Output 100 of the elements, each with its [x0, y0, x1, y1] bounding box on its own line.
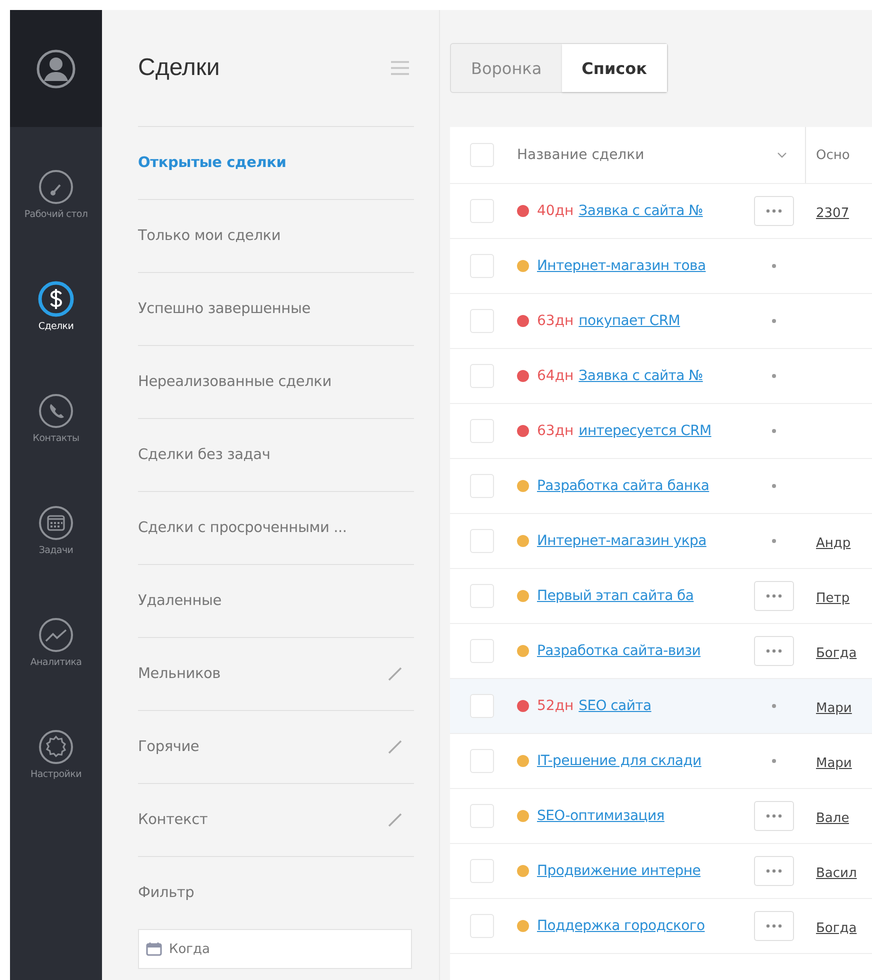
table-row[interactable]: Продвижение интерне Васил	[450, 844, 872, 899]
deal-link[interactable]: Продвижение интерне	[537, 863, 701, 879]
nav-item[interactable]: Рабочий стол	[10, 169, 102, 281]
filter-item[interactable]: Только мои сделки	[138, 228, 281, 244]
deal-link[interactable]: SEO сайта	[578, 698, 652, 714]
deal-link[interactable]: Интернет-магазин укра	[537, 533, 706, 549]
table-row[interactable]: 63дн покупает CRM	[450, 294, 872, 349]
nav-item[interactable]: Контакты	[10, 393, 102, 505]
gear-icon	[38, 729, 74, 765]
checkbox[interactable]	[470, 419, 494, 443]
more-icon	[766, 594, 782, 598]
deal-link[interactable]: Первый этап сайта ба	[537, 588, 694, 604]
table-row[interactable]: Поддержка городского Богда	[450, 899, 872, 954]
checkbox[interactable]	[470, 694, 494, 718]
deal-link[interactable]: интересуется CRM	[578, 423, 712, 439]
filter-item[interactable]: Нереализованные сделки	[138, 374, 332, 390]
deal-link[interactable]: IT-решение для склади	[537, 753, 702, 769]
table-cell-link[interactable]: Богда	[816, 646, 857, 660]
calendar-icon	[38, 505, 74, 541]
table-row[interactable]: Интернет-магазин укра Андр	[450, 514, 872, 569]
deal-link[interactable]: Поддержка городского	[537, 918, 705, 934]
checkbox[interactable]	[470, 584, 494, 608]
more-button[interactable]	[754, 636, 794, 666]
checkbox[interactable]	[470, 364, 494, 388]
deal-link[interactable]: Заявка с сайта №	[578, 203, 703, 219]
deal-link[interactable]: SEO-оптимизация	[537, 808, 664, 824]
nav-item[interactable]: Аналитика	[10, 617, 102, 729]
filter-item[interactable]: Сделки с просроченными ...	[138, 520, 347, 536]
filter-item[interactable]: Успешно завершенные	[138, 301, 310, 317]
table-cell-link[interactable]: Васил	[816, 866, 857, 880]
table-cell-link[interactable]: Богда	[816, 920, 857, 936]
bullet-icon	[772, 759, 776, 763]
bullet-icon	[772, 484, 776, 488]
checkbox[interactable]	[470, 859, 494, 883]
more-button[interactable]	[754, 801, 794, 831]
table-row[interactable]: IT-решение для склади Мари	[450, 734, 872, 789]
checkbox[interactable]	[470, 639, 494, 663]
table-cell-link[interactable]: 2307	[816, 206, 850, 220]
date-field[interactable]: Когда	[138, 929, 412, 969]
checkbox[interactable]	[470, 143, 494, 167]
checkbox[interactable]	[470, 914, 494, 938]
overdue-days: 40дн	[537, 203, 574, 219]
tab[interactable]: Список	[562, 44, 667, 92]
checkbox[interactable]	[470, 749, 494, 773]
table-cell-link[interactable]: Вале	[816, 810, 850, 826]
checkbox[interactable]	[470, 199, 494, 223]
filter-item[interactable]: Горячие	[138, 739, 200, 755]
table-cell-link[interactable]: Петр	[816, 590, 850, 606]
table-row[interactable]: Разработка сайта банка	[450, 459, 872, 514]
table-cell-link[interactable]: Мари	[816, 700, 852, 716]
avatar-icon	[36, 48, 76, 88]
dollar-icon	[38, 281, 74, 317]
filter-item[interactable]: Открытые сделки	[138, 155, 286, 171]
table-row[interactable]: 52дн SEO сайта Мари	[450, 679, 872, 734]
bullet-icon	[772, 429, 776, 433]
deal-link[interactable]: Разработка сайта банка	[537, 478, 710, 494]
nav-item[interactable]: Задачи	[10, 505, 102, 617]
bullet-icon	[772, 319, 776, 323]
bullet-icon	[772, 704, 776, 708]
table-row[interactable]: SEO-оптимизация Вале	[450, 789, 872, 844]
deal-link[interactable]: покупает CRM	[578, 313, 680, 329]
filter-item[interactable]: Сделки без задач	[138, 447, 270, 463]
menu-icon	[390, 60, 410, 76]
table-cell-link[interactable]: Мари	[816, 756, 852, 770]
table-row[interactable]: Интернет-магазин това	[450, 239, 872, 294]
nav-item[interactable]: Сделки	[10, 281, 102, 393]
overdue-days: 52дн	[537, 698, 574, 714]
table-row[interactable]: 64дн Заявка с сайта №	[450, 349, 872, 404]
table-row[interactable]: 40дн Заявка с сайта № 2307	[450, 184, 872, 239]
more-icon	[766, 924, 782, 928]
phone-icon	[38, 393, 74, 429]
filter-heading: Фильтр	[138, 885, 194, 901]
more-icon	[766, 209, 782, 213]
deal-link[interactable]: Интернет-магазин това	[537, 258, 706, 274]
more-button[interactable]	[754, 196, 794, 226]
table-cell-link[interactable]: Андр	[816, 536, 851, 550]
column-header[interactable]: Название сделки	[517, 147, 644, 163]
table-row[interactable]: 63дн интересуется CRM	[450, 404, 872, 459]
checkbox[interactable]	[470, 309, 494, 333]
calendar-icon	[146, 942, 162, 956]
checkbox[interactable]	[470, 529, 494, 553]
more-button[interactable]	[754, 911, 794, 941]
filter-item[interactable]: Контекст	[138, 812, 208, 828]
checkbox[interactable]	[470, 254, 494, 278]
more-button[interactable]	[754, 581, 794, 611]
filter-item[interactable]: Мельников	[138, 666, 221, 682]
table-row[interactable]: Первый этап сайта ба Петр	[450, 569, 872, 624]
more-button[interactable]	[754, 856, 794, 886]
nav-item[interactable]: Настройки	[10, 729, 102, 841]
checkbox[interactable]	[470, 804, 494, 828]
panel-title: Сделки	[138, 54, 220, 82]
bullet-icon	[772, 264, 776, 268]
tab[interactable]: Воронка	[451, 44, 562, 92]
checkbox[interactable]	[470, 474, 494, 498]
deal-link[interactable]: Заявка с сайта №	[578, 368, 703, 384]
column-header[interactable]: Осно	[806, 148, 850, 162]
bullet-icon	[772, 539, 776, 543]
gauge-icon	[38, 169, 74, 205]
filter-item[interactable]: Удаленные	[138, 593, 222, 609]
deal-link[interactable]: Разработка сайта-визи	[537, 643, 701, 659]
